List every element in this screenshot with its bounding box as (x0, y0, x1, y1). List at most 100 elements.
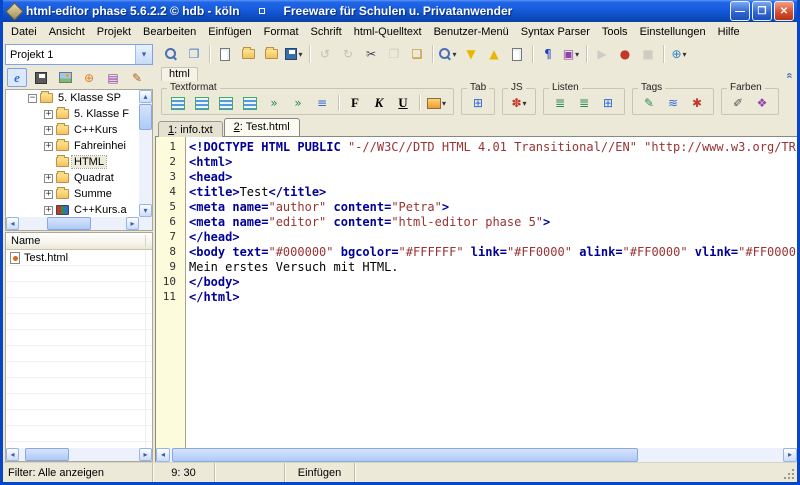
open-file-button[interactable] (237, 44, 259, 64)
code-line[interactable]: 6<meta name="editor" content="html-edito… (156, 215, 797, 230)
menu-syntax-parser[interactable]: Syntax Parser (515, 24, 596, 40)
new-file-button[interactable] (214, 44, 236, 64)
chevron-down-icon[interactable]: ▾ (135, 45, 152, 64)
dropdown-arrow-icon[interactable]: ▾ (442, 99, 446, 108)
paste-button[interactable]: ❑ (406, 44, 428, 64)
collapse-toolbar-button[interactable]: » (784, 72, 795, 78)
project-combobox[interactable]: Projekt 1 ▾ (5, 44, 153, 65)
tree-item-fahreinhei[interactable]: +Fahreinhei (6, 138, 139, 154)
outdent-button[interactable]: » (287, 93, 309, 113)
table-wizard-button[interactable]: ⊞ (467, 93, 489, 113)
tag-list-button[interactable]: ≋ (662, 93, 684, 113)
code-line[interactable]: 1<!DOCTYPE HTML PUBLIC "-//W3C//DTD HTML… (156, 140, 797, 155)
align-justify-button[interactable] (239, 93, 261, 113)
tree-item-5-klasse-sp[interactable]: −5. Klasse SP (6, 90, 139, 106)
category-tab-html[interactable]: html (161, 67, 198, 81)
expand-icon[interactable]: + (44, 174, 53, 183)
table-button[interactable]: ⊞ (597, 93, 619, 113)
titlebar[interactable]: html-editor phase 5.6.2.2 © hdb - köln F… (3, 0, 797, 22)
search-button[interactable]: ▾ (437, 44, 459, 64)
close-button[interactable]: ✕ (774, 1, 794, 21)
expand-icon[interactable]: + (44, 206, 53, 215)
dropdown-arrow-icon[interactable]: ▾ (683, 50, 687, 59)
scroll-left-arrow[interactable]: ◂ (156, 448, 170, 462)
tree-item-quadrat[interactable]: +Quadrat (6, 170, 139, 186)
publish-button[interactable]: ⊕▾ (668, 44, 690, 64)
tree-hscrollbar[interactable]: ◂ ▸ (6, 217, 139, 230)
scroll-thumb[interactable] (139, 104, 152, 130)
expand-icon[interactable]: + (44, 190, 53, 199)
dropdown-arrow-icon[interactable]: ▾ (575, 50, 579, 59)
dropdown-arrow-icon[interactable]: ▾ (523, 99, 527, 108)
align-right-button[interactable] (215, 93, 237, 113)
image-preview-button[interactable] (55, 68, 75, 87)
menu-hilfe[interactable]: Hilfe (712, 24, 746, 40)
scroll-down-arrow[interactable]: ▾ (139, 204, 152, 217)
new-tag-button[interactable]: ✱ (686, 93, 708, 113)
code-line[interactable]: 4<title>Test</title> (156, 185, 797, 200)
underline-button[interactable]: U (392, 93, 414, 113)
cut-button[interactable]: ✂ (360, 44, 382, 64)
menu-tools[interactable]: Tools (596, 24, 634, 40)
editor-hscrollbar[interactable]: ◂ ▸ (155, 448, 797, 462)
code-line[interactable]: 2<html> (156, 155, 797, 170)
menu-schrift[interactable]: Schrift (305, 24, 348, 40)
scroll-track[interactable] (19, 448, 139, 461)
windows-button[interactable]: ❐ (183, 44, 205, 64)
resize-grip[interactable] (784, 469, 794, 479)
scroll-track[interactable] (19, 217, 126, 230)
menu-bearbeiten[interactable]: Bearbeiten (137, 24, 202, 40)
forms-button[interactable]: ▣▾ (560, 44, 582, 64)
tab-1-info-txt[interactable]: 1: info.txt (158, 121, 223, 137)
tab-2-test-html[interactable]: 2: Test.html (224, 118, 300, 136)
menu-einf-gen[interactable]: Einfügen (202, 24, 257, 40)
code-editor[interactable]: 1<!DOCTYPE HTML PUBLIC "-//W3C//DTD HTML… (155, 136, 797, 448)
palette-button[interactable]: ❖ (751, 93, 773, 113)
tree-vscrollbar[interactable]: ▴ ▾ (139, 90, 152, 217)
scroll-left-arrow[interactable]: ◂ (6, 448, 19, 461)
italic-button[interactable]: K (368, 93, 390, 113)
tree-item-summe[interactable]: +Summe (6, 186, 139, 202)
filelist-hscrollbar[interactable]: ◂ ▸ (6, 448, 152, 461)
dropdown-arrow-icon[interactable]: ▾ (298, 50, 302, 59)
save-button[interactable]: ▾ (283, 44, 305, 64)
tree-item-5-klasse-f[interactable]: +5. Klasse F (6, 106, 139, 122)
menu-ansicht[interactable]: Ansicht (43, 24, 91, 40)
bullet-list-button[interactable]: ≣ (549, 93, 571, 113)
font-color-button[interactable]: ▾ (425, 93, 448, 113)
internal-browser-button[interactable]: e (7, 68, 27, 87)
project-list-button[interactable]: ▤ (103, 68, 123, 87)
menu-format[interactable]: Format (258, 24, 305, 40)
maximize-button[interactable]: ❐ (752, 1, 772, 21)
file-list-header[interactable]: Name (6, 233, 152, 250)
tree-item-html[interactable]: HTML (6, 154, 139, 170)
column-header-name[interactable]: Name (11, 235, 40, 247)
scroll-thumb[interactable] (172, 448, 638, 462)
edit-tag-button[interactable]: ✎ (638, 93, 660, 113)
scroll-right-arrow[interactable]: ▸ (783, 448, 797, 462)
tree-item-c-kurs[interactable]: +C++Kurs (6, 122, 139, 138)
expand-icon[interactable]: + (44, 110, 53, 119)
scroll-track[interactable] (170, 448, 783, 462)
reopen-file-button[interactable] (260, 44, 282, 64)
expand-icon[interactable]: + (44, 142, 53, 151)
color-picker-button[interactable]: ✐ (727, 93, 749, 113)
paragraph-button[interactable]: ≡ (311, 93, 333, 113)
code-line[interactable]: 3<head> (156, 170, 797, 185)
paragraph-marks-button[interactable]: ¶ (537, 44, 559, 64)
scroll-left-arrow[interactable]: ◂ (6, 217, 19, 230)
numbered-list-button[interactable]: ≣ (573, 93, 595, 113)
code-line[interactable]: 9Mein erstes Versuch mit HTML. (156, 260, 797, 275)
code-line[interactable]: 11</html> (156, 290, 797, 305)
macro-record-button[interactable]: ● (614, 44, 636, 64)
save-project-button[interactable] (31, 68, 51, 87)
align-center-button[interactable] (191, 93, 213, 113)
scroll-right-arrow[interactable]: ▸ (139, 448, 152, 461)
menu-einstellungen[interactable]: Einstellungen (634, 24, 712, 40)
menu-html-quelltext[interactable]: html-Quelltext (348, 24, 428, 40)
align-left-button[interactable] (167, 93, 189, 113)
tree-item-c-kurs-a[interactable]: +C++Kurs.a (6, 202, 139, 217)
scroll-thumb[interactable] (25, 448, 69, 461)
code-line[interactable]: 7</head> (156, 230, 797, 245)
minimize-button[interactable]: — (730, 1, 750, 21)
